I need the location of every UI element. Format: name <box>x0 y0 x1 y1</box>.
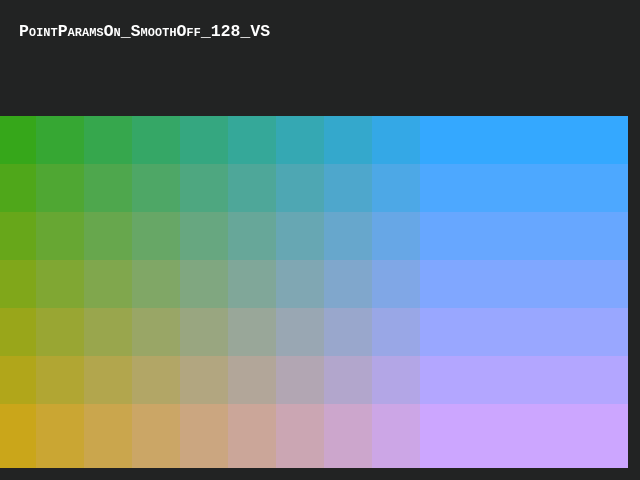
grid-cell <box>372 356 420 404</box>
grid-cell <box>276 164 324 212</box>
grid-cell <box>84 212 132 260</box>
grid-cell <box>228 212 276 260</box>
grid-cell <box>324 404 372 468</box>
grid-cell <box>84 164 132 212</box>
grid-cell <box>132 356 180 404</box>
grid-cell <box>324 308 372 356</box>
grid-cell <box>0 308 36 356</box>
grid-cell <box>84 404 132 468</box>
grid-cell <box>84 356 132 404</box>
grid-cell <box>180 260 228 308</box>
grid-cell <box>180 164 228 212</box>
grid-cell <box>276 212 324 260</box>
grid-cell <box>36 308 84 356</box>
grid-cell <box>420 116 628 164</box>
grid-cell <box>36 116 84 164</box>
grid-cell <box>324 260 372 308</box>
grid-cell <box>276 116 324 164</box>
grid-cell <box>228 356 276 404</box>
grid-cell <box>372 212 420 260</box>
grid-cell <box>132 260 180 308</box>
grid-cell <box>324 164 372 212</box>
grid-cell <box>180 308 228 356</box>
grid-cell <box>420 356 628 404</box>
grid-cell <box>228 164 276 212</box>
grid-cell <box>420 164 628 212</box>
grid-cell <box>0 164 36 212</box>
grid-cell <box>372 116 420 164</box>
grid-cell <box>228 308 276 356</box>
grid-cell <box>228 116 276 164</box>
grid-cell <box>324 116 372 164</box>
grid-cell <box>420 308 628 356</box>
grid-cell <box>276 260 324 308</box>
grid-cell <box>180 356 228 404</box>
grid-cell <box>36 212 84 260</box>
grid-cell <box>228 260 276 308</box>
color-gradient-grid <box>0 116 628 468</box>
grid-cell <box>180 116 228 164</box>
grid-cell <box>84 260 132 308</box>
grid-cell <box>0 212 36 260</box>
grid-cell <box>228 404 276 468</box>
grid-cell <box>0 356 36 404</box>
grid-cell <box>132 212 180 260</box>
grid-cell <box>36 356 84 404</box>
grid-cell <box>0 260 36 308</box>
grid-cell <box>0 116 36 164</box>
grid-cell <box>132 404 180 468</box>
grid-cell <box>372 164 420 212</box>
grid-cell <box>420 212 628 260</box>
grid-cell <box>36 404 84 468</box>
grid-cell <box>84 308 132 356</box>
grid-cell <box>276 308 324 356</box>
grid-cell <box>276 356 324 404</box>
grid-cell <box>372 308 420 356</box>
test-title: PointParamsOn_SmoothOff_128_VS <box>19 22 271 41</box>
grid-cell <box>132 116 180 164</box>
grid-cell <box>420 404 628 468</box>
grid-cell <box>324 212 372 260</box>
grid-cell <box>36 260 84 308</box>
grid-cell <box>420 260 628 308</box>
grid-cell <box>180 404 228 468</box>
grid-cell <box>132 164 180 212</box>
grid-cell <box>372 404 420 468</box>
grid-cell <box>372 260 420 308</box>
grid-cell <box>84 116 132 164</box>
grid-cell <box>0 404 36 468</box>
grid-cell <box>132 308 180 356</box>
grid-cell <box>36 164 84 212</box>
grid-cell <box>276 404 324 468</box>
grid-cell <box>180 212 228 260</box>
grid-cell <box>324 356 372 404</box>
